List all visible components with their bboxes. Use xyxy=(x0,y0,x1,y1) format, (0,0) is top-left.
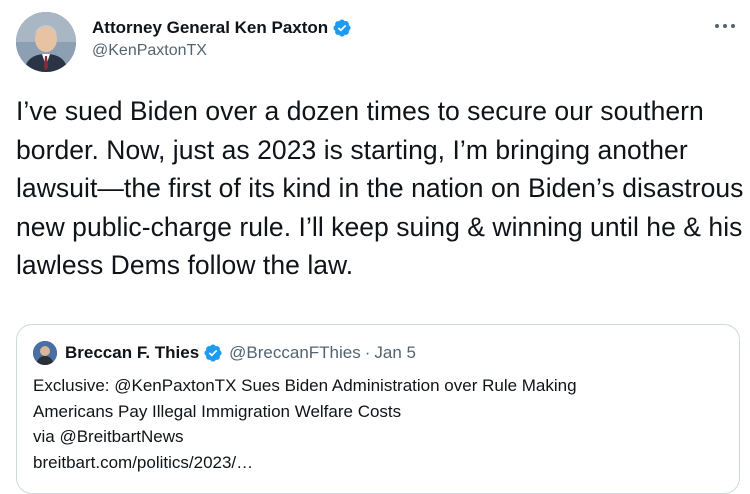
verified-badge-icon xyxy=(332,18,352,38)
quoted-text-line: Americans Pay Illegal Immigration Welfar… xyxy=(33,401,402,421)
quoted-tweet-date[interactable]: Jan 5 xyxy=(374,343,416,363)
more-horizontal-icon xyxy=(715,24,735,28)
tweet-text: I’ve sued Biden over a dozen times to se… xyxy=(16,96,744,280)
author-display-name[interactable]: Attorney General Ken Paxton xyxy=(92,18,328,38)
quoted-tweet[interactable]: Breccan F. Thies @BreccanFThies · Jan 5 … xyxy=(16,324,740,494)
verified-badge-icon xyxy=(203,343,223,363)
quoted-author-avatar[interactable] xyxy=(33,341,57,365)
quoted-text-line: Exclusive: @KenPaxtonTX Sues Biden Admin… xyxy=(33,376,577,395)
more-options-button[interactable] xyxy=(710,14,740,38)
quoted-text-line: via @BreitbartNews xyxy=(33,427,184,446)
quoted-tweet-header: Breccan F. Thies @BreccanFThies · Jan 5 xyxy=(33,341,416,365)
tweet: Attorney General Ken Paxton @KenPaxtonTX… xyxy=(0,0,750,494)
quoted-tweet-text: Exclusive: @KenPaxtonTX Sues Biden Admin… xyxy=(33,373,723,475)
quoted-author-handle[interactable]: @BreccanFThies xyxy=(229,343,361,363)
author-avatar[interactable] xyxy=(16,12,76,72)
quoted-link[interactable]: breitbart.com/politics/2023/… xyxy=(33,450,723,476)
quoted-author-display-name[interactable]: Breccan F. Thies xyxy=(65,343,199,363)
author-handle[interactable]: @KenPaxtonTX xyxy=(92,42,352,60)
dot-separator: · xyxy=(364,343,371,362)
author-block: Attorney General Ken Paxton @KenPaxtonTX xyxy=(92,16,352,60)
